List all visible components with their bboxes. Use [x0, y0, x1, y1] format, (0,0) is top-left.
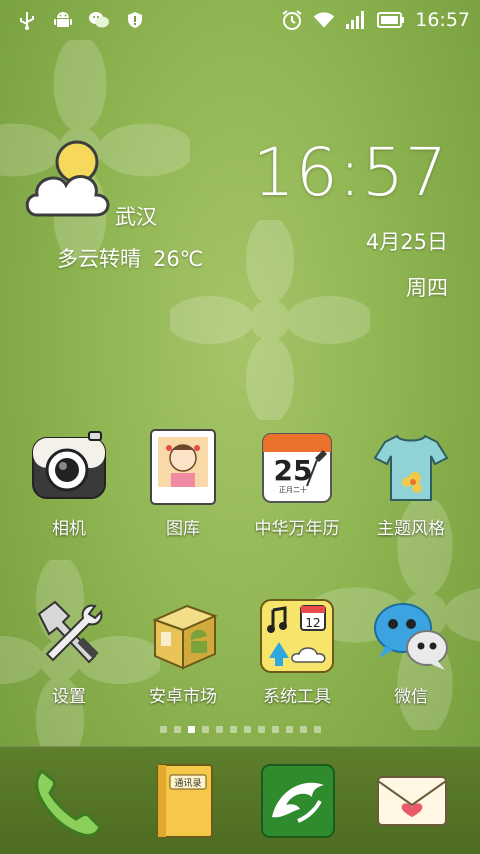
status-bar: 16:57 — [0, 0, 480, 40]
dock-browser[interactable] — [248, 761, 348, 847]
system-tools-calendar-number: 12 — [305, 616, 320, 630]
status-bar-time: 16:57 — [415, 9, 470, 31]
page-dot[interactable] — [215, 726, 223, 733]
page-indicator[interactable] — [0, 726, 480, 733]
app-gallery[interactable]: 图库 — [126, 428, 240, 548]
clock-time: 16:57 — [252, 134, 448, 211]
clock-widget[interactable]: 16:57 4月25日 周四 — [253, 140, 448, 302]
app-label: 相机 — [52, 519, 86, 539]
wifi-icon — [313, 9, 335, 31]
system-tools-folder-icon: 12 — [260, 599, 334, 673]
dock: 通讯录 — [0, 746, 480, 854]
app-label: 设置 — [52, 687, 86, 707]
app-label: 中华万年历 — [254, 519, 340, 539]
gallery-photo-icon — [150, 429, 216, 505]
dock-contacts[interactable]: 通讯录 — [134, 761, 234, 847]
security-shield-icon — [124, 9, 146, 31]
app-system-tools[interactable]: 12 系统工具 — [240, 596, 354, 716]
dock-messages[interactable] — [362, 761, 462, 847]
market-box-icon — [152, 604, 218, 670]
contacts-book-icon: 通讯录 — [157, 764, 213, 838]
home-screen: 16:57 武汉 多云转晴 26℃ 16:57 4月25日 周四 相机 图库 2… — [0, 0, 480, 854]
app-settings[interactable]: 设置 — [12, 596, 126, 716]
weather-city: 武汉 — [115, 205, 157, 229]
usb-icon — [16, 9, 38, 31]
page-dot[interactable] — [159, 726, 167, 733]
page-dot[interactable] — [313, 726, 321, 733]
page-dot[interactable] — [299, 726, 307, 733]
clock-date: 4月25日 — [365, 230, 448, 254]
app-wechat[interactable]: 微信 — [354, 596, 468, 716]
page-dot[interactable] — [285, 726, 293, 733]
page-dot-active[interactable] — [187, 726, 195, 733]
alarm-clock-icon — [281, 9, 303, 31]
camera-icon — [32, 431, 106, 499]
weather-condition: 多云转晴 — [57, 247, 141, 271]
tools-settings-icon — [37, 600, 103, 664]
phone-icon — [35, 768, 102, 837]
app-market[interactable]: 安卓市场 — [126, 596, 240, 716]
page-dot[interactable] — [173, 726, 181, 733]
calendar-lunar-text: 正月二十 — [279, 485, 307, 494]
tshirt-icon — [373, 434, 449, 501]
weather-description: 多云转晴 26℃ — [57, 243, 215, 273]
wechat-icon — [374, 603, 448, 670]
battery-icon — [377, 9, 405, 31]
app-label: 主题风格 — [377, 519, 445, 539]
weather-widget[interactable]: 武汉 多云转晴 26℃ — [22, 140, 252, 280]
android-debug-icon — [52, 9, 74, 31]
cloudy-sunny-icon — [25, 140, 110, 217]
weather-temperature: 26℃ — [153, 247, 204, 271]
calendar-icon: 25 正月二十 — [262, 433, 332, 503]
envelope-icon — [377, 776, 447, 826]
calendar-day-number: 25 — [274, 454, 313, 487]
dolphin-browser-icon — [261, 764, 335, 838]
contacts-book-title: 通讯录 — [174, 778, 201, 789]
app-label: 微信 — [394, 687, 428, 707]
page-dot[interactable] — [229, 726, 237, 733]
app-label: 系统工具 — [263, 687, 331, 707]
app-themes[interactable]: 主题风格 — [354, 428, 468, 548]
app-label: 安卓市场 — [149, 687, 217, 707]
dock-phone[interactable] — [18, 761, 118, 847]
page-dot[interactable] — [271, 726, 279, 733]
page-dot[interactable] — [243, 726, 251, 733]
wechat-notification-icon — [88, 9, 110, 31]
page-dot[interactable] — [257, 726, 265, 733]
app-label: 图库 — [166, 519, 200, 539]
page-dot[interactable] — [201, 726, 209, 733]
app-camera[interactable]: 相机 — [12, 428, 126, 548]
app-calendar[interactable]: 25 正月二十 中华万年历 — [240, 428, 354, 548]
signal-strength-icon — [345, 9, 367, 31]
clock-weekday: 周四 — [406, 276, 448, 300]
